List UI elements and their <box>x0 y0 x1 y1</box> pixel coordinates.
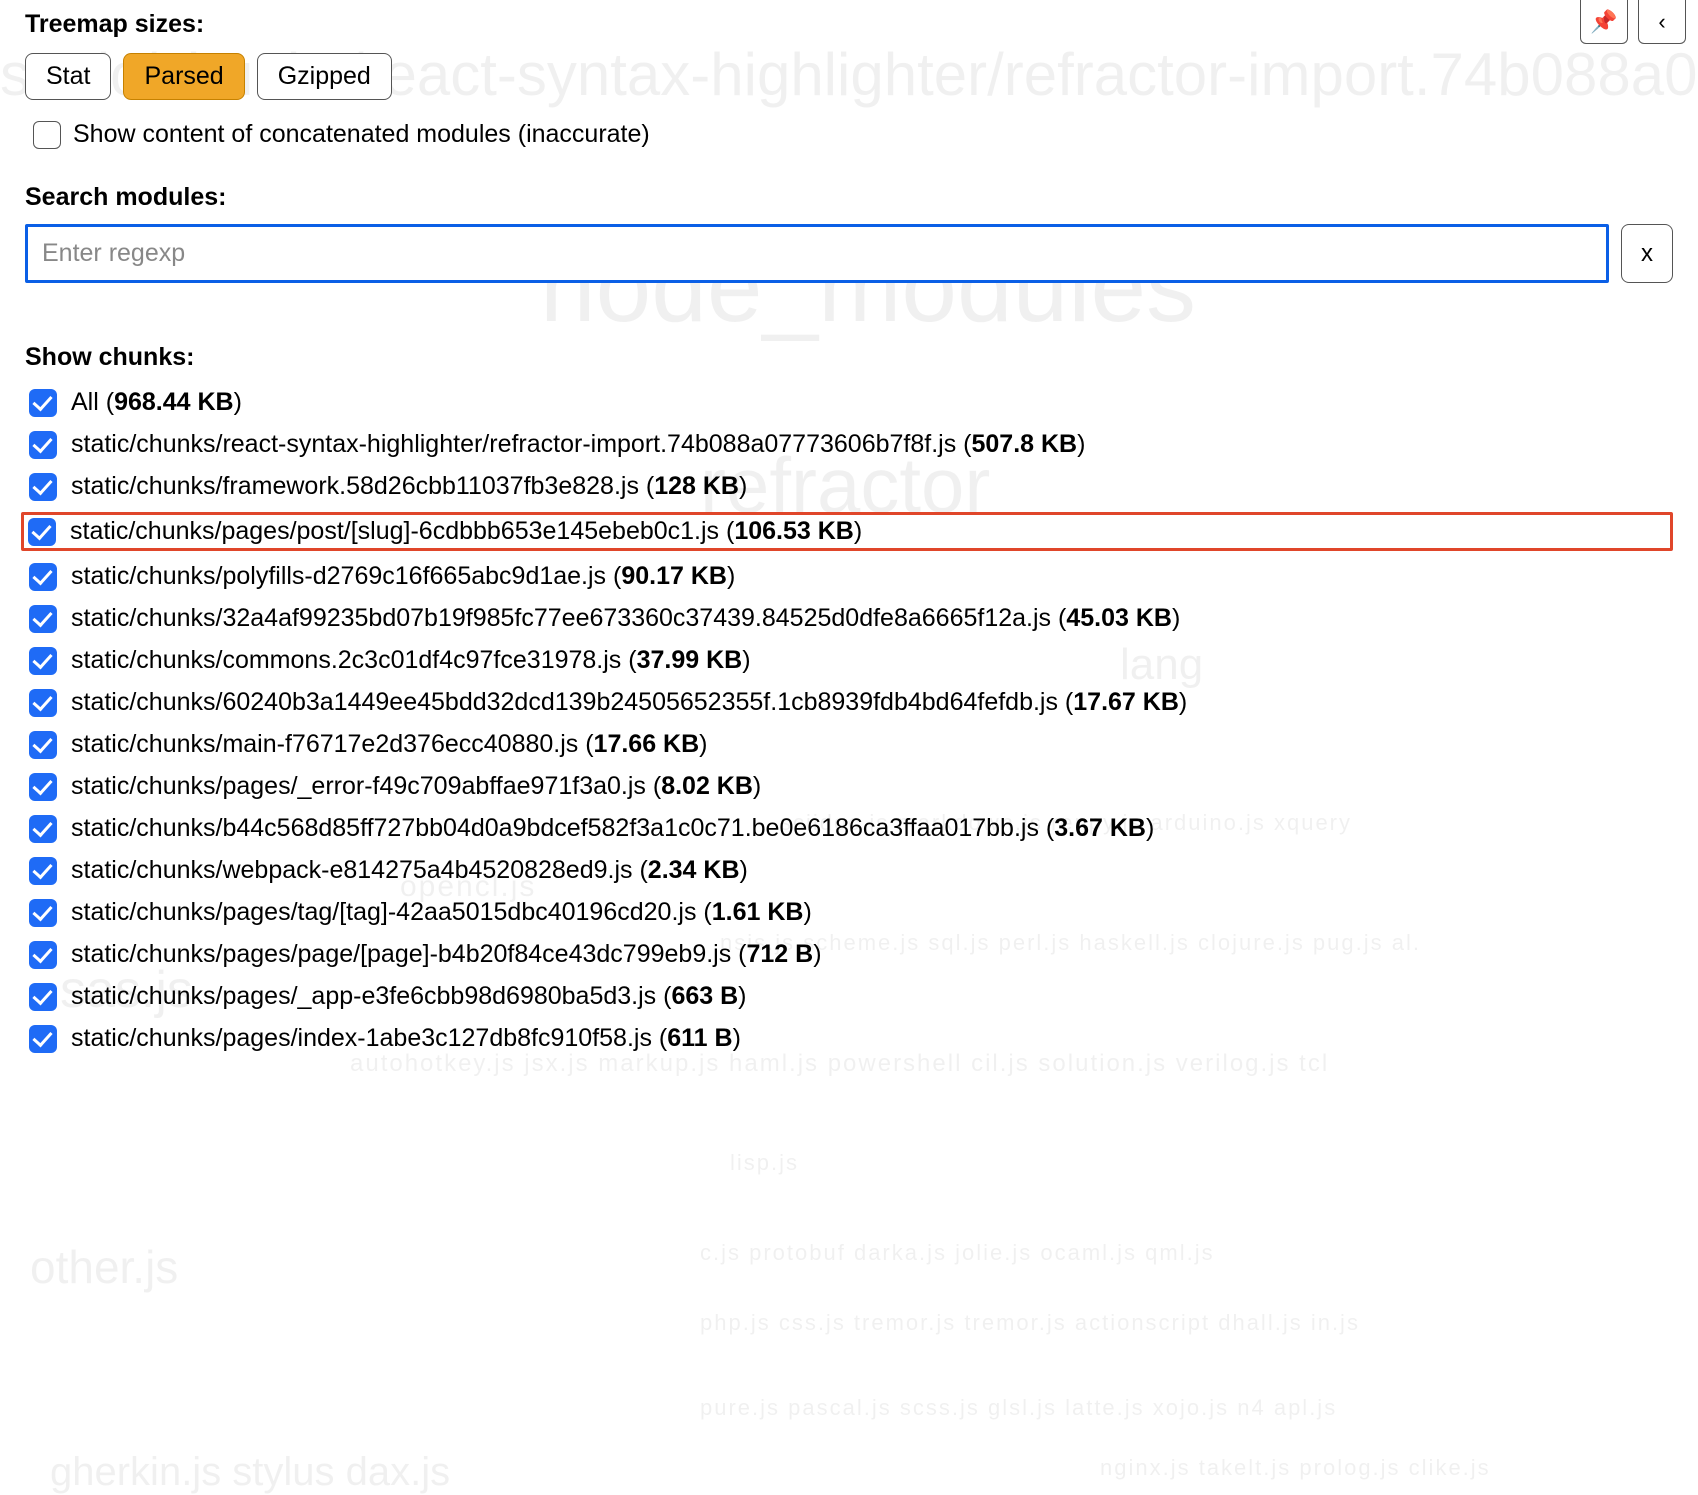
show-chunks-label: Show chunks: <box>25 343 1673 372</box>
chunk-label: static/chunks/pages/index-1abe3c127db8fc… <box>71 1024 741 1053</box>
chunk-size: 3.67 KB <box>1054 814 1146 842</box>
chunk-label: static/chunks/webpack-e814275a4b4520828e… <box>71 856 748 885</box>
sidebar-panel: 📌 ‹ Treemap sizes: Stat Parsed Gzipped Sho… <box>0 0 1698 1075</box>
chunk-list: All (968.44 KB) static/chunks/react-synta… <box>25 386 1673 1055</box>
chunk-size: 8.02 KB <box>661 772 753 800</box>
size-button-stat[interactable]: Stat <box>25 53 111 100</box>
chunk-checkbox[interactable] <box>29 431 57 459</box>
chunk-label: static/chunks/framework.58d26cbb11037fb3… <box>71 472 747 501</box>
chunk-row[interactable]: static/chunks/pages/_app-e3fe6cbb98d6980… <box>25 980 1673 1013</box>
chunk-checkbox[interactable] <box>29 815 57 843</box>
size-button-parsed[interactable]: Parsed <box>123 53 244 100</box>
chunk-size: 1.61 KB <box>712 898 804 926</box>
chunk-label: static/chunks/react-syntax-highlighter/r… <box>71 430 1085 459</box>
chunk-checkbox[interactable] <box>29 857 57 885</box>
chunk-label: All (968.44 KB) <box>71 388 242 417</box>
chunk-checkbox[interactable] <box>29 1025 57 1053</box>
concat-modules-checkbox[interactable] <box>33 121 61 149</box>
chunk-row[interactable]: static/chunks/pages/_error-f49c709abffae… <box>25 770 1673 803</box>
concat-modules-label: Show content of concatenated modules (in… <box>73 120 650 149</box>
chunk-row[interactable]: static/chunks/32a4af99235bd07b19f985fc77… <box>25 602 1673 635</box>
chunk-size: 507.8 KB <box>971 430 1077 458</box>
chunk-row[interactable]: static/chunks/commons.2c3c01df4c97fce319… <box>25 644 1673 677</box>
chunk-checkbox[interactable] <box>28 518 56 546</box>
chunk-size: 17.66 KB <box>594 730 700 758</box>
chunk-row[interactable]: static/chunks/pages/page/[page]-b4b20f84… <box>25 938 1673 971</box>
chunk-checkbox[interactable] <box>29 773 57 801</box>
chunk-checkbox[interactable] <box>29 647 57 675</box>
clear-search-button[interactable]: x <box>1621 224 1673 283</box>
chunk-row[interactable]: static/chunks/60240b3a1449ee45bdd32dcd13… <box>25 686 1673 719</box>
pin-icon: 📌 <box>1590 9 1617 35</box>
chunk-label: static/chunks/commons.2c3c01df4c97fce319… <box>71 646 751 675</box>
chunk-size: 611 B <box>667 1024 732 1052</box>
chunk-row[interactable]: static/chunks/b44c568d85ff727bb04d0a9bdc… <box>25 812 1673 845</box>
chunk-row[interactable]: static/chunks/polyfills-d2769c16f665abc9… <box>25 560 1673 593</box>
chunk-size: 968.44 KB <box>114 388 234 416</box>
collapse-button[interactable]: ‹ <box>1638 0 1686 44</box>
chunk-label: static/chunks/32a4af99235bd07b19f985fc77… <box>71 604 1180 633</box>
chunk-label: static/chunks/pages/_error-f49c709abffae… <box>71 772 761 801</box>
chunk-row[interactable]: static/chunks/webpack-e814275a4b4520828e… <box>25 854 1673 887</box>
search-modules-label: Search modules: <box>25 183 1673 212</box>
chunk-row[interactable]: static/chunks/pages/index-1abe3c127db8fc… <box>25 1022 1673 1055</box>
chunk-checkbox[interactable] <box>29 899 57 927</box>
chunk-row[interactable]: static/chunks/pages/post/[slug]-6cdbbb65… <box>21 512 1673 551</box>
chunk-label: static/chunks/b44c568d85ff727bb04d0a9bdc… <box>71 814 1154 843</box>
chunk-checkbox[interactable] <box>29 563 57 591</box>
chunk-row[interactable]: static/chunks/framework.58d26cbb11037fb3… <box>25 470 1673 503</box>
search-input[interactable] <box>25 224 1609 283</box>
chunk-size: 90.17 KB <box>621 562 727 590</box>
chunk-size: 45.03 KB <box>1066 604 1172 632</box>
chunk-label: static/chunks/pages/post/[slug]-6cdbbb65… <box>70 517 862 546</box>
chunk-checkbox[interactable] <box>29 941 57 969</box>
chunk-size: 37.99 KB <box>637 646 743 674</box>
treemap-sizes-label: Treemap sizes: <box>25 10 1673 39</box>
chunk-size: 663 B <box>671 982 738 1010</box>
chunk-row[interactable]: static/chunks/main-f76717e2d376ecc40880.… <box>25 728 1673 761</box>
chunk-size: 128 KB <box>654 472 739 500</box>
pin-button[interactable]: 📌 <box>1580 0 1628 44</box>
chunk-row[interactable]: static/chunks/react-syntax-highlighter/r… <box>25 428 1673 461</box>
chunk-row[interactable]: static/chunks/pages/tag/[tag]-42aa5015db… <box>25 896 1673 929</box>
chunk-label: static/chunks/pages/_app-e3fe6cbb98d6980… <box>71 982 747 1011</box>
chevron-left-icon: ‹ <box>1658 9 1665 35</box>
chunk-checkbox[interactable] <box>29 389 57 417</box>
chunk-checkbox[interactable] <box>29 605 57 633</box>
chunk-checkbox[interactable] <box>29 473 57 501</box>
chunk-label: static/chunks/pages/tag/[tag]-42aa5015db… <box>71 898 812 927</box>
chunk-checkbox[interactable] <box>29 689 57 717</box>
chunk-size: 2.34 KB <box>648 856 740 884</box>
chunk-label: static/chunks/60240b3a1449ee45bdd32dcd13… <box>71 688 1187 717</box>
chunk-size: 17.67 KB <box>1073 688 1179 716</box>
chunk-row[interactable]: All (968.44 KB) <box>25 386 1673 419</box>
chunk-size: 106.53 KB <box>734 517 854 545</box>
chunk-checkbox[interactable] <box>29 983 57 1011</box>
chunk-size: 712 B <box>747 940 814 968</box>
size-button-gzipped[interactable]: Gzipped <box>257 53 392 100</box>
chunk-label: static/chunks/pages/page/[page]-b4b20f84… <box>71 940 822 969</box>
chunk-label: static/chunks/main-f76717e2d376ecc40880.… <box>71 730 708 759</box>
chunk-label: static/chunks/polyfills-d2769c16f665abc9… <box>71 562 735 591</box>
size-button-group: Stat Parsed Gzipped <box>25 53 1673 100</box>
chunk-checkbox[interactable] <box>29 731 57 759</box>
